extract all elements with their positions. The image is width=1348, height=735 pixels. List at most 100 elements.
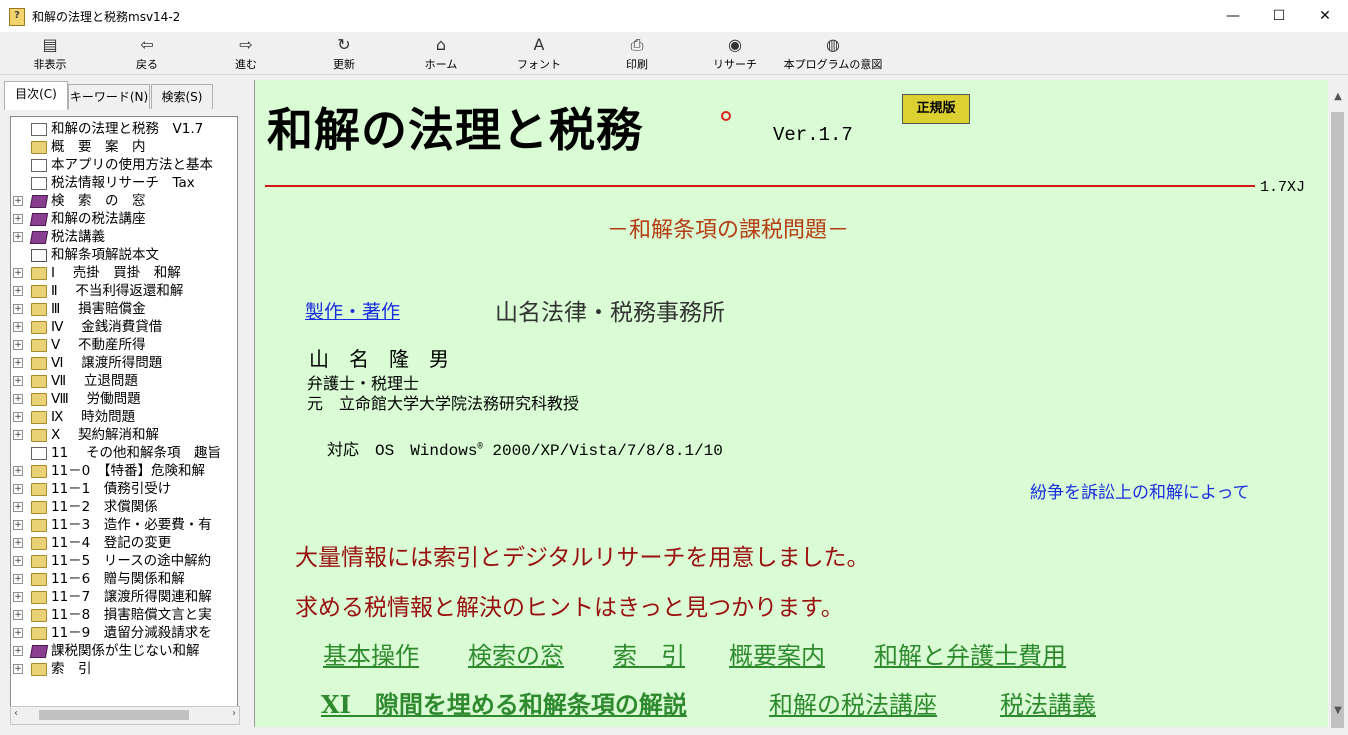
contents-tree[interactable]: 和解の法理と税務 V1.7 概 要 案 内本アプリの使用方法と基本 税法情報リサーチ…	[10, 116, 238, 708]
folder-icon	[31, 339, 47, 352]
minimize-button[interactable]: —	[1210, 0, 1256, 32]
tab-search[interactable]: 検索(S)	[151, 84, 213, 109]
link-settlement-attorney-fees[interactable]: 和解と弁護士費用	[874, 636, 1066, 671]
app-icon: ?	[9, 8, 25, 26]
expand-icon[interactable]: +	[13, 592, 23, 602]
tree-item-label: Ⅷ 労働問題	[51, 391, 141, 407]
tree-item-label: Ⅲ 損害賠償金	[51, 301, 146, 317]
promo-line-2: 求める税情報と解決のヒントはきっと見つかります。	[295, 595, 844, 621]
tree-item-label: 11－1 債務引受け	[51, 481, 172, 497]
expand-icon[interactable]: +	[13, 232, 23, 242]
expand-icon[interactable]: +	[13, 286, 23, 296]
page-icon	[31, 123, 47, 136]
tree-item-label: Ⅵ 譲渡所得問題	[51, 355, 163, 371]
blue-note: 紛争を訴訟上の和解によって	[1030, 483, 1250, 503]
expand-icon[interactable]: +	[13, 322, 23, 332]
link-index[interactable]: 索 引	[613, 636, 685, 671]
expand-icon[interactable]: +	[13, 196, 23, 206]
expand-icon[interactable]: +	[13, 466, 23, 476]
back-arrow-icon: ⇦	[140, 35, 154, 54]
expand-icon[interactable]: +	[13, 484, 23, 494]
expand-icon[interactable]: +	[13, 664, 23, 674]
maximize-button[interactable]: ☐	[1256, 0, 1302, 32]
expand-icon[interactable]: +	[13, 340, 23, 350]
tree-item-label: 和解条項解説本文	[51, 247, 159, 263]
folder-icon	[31, 285, 47, 298]
expand-icon[interactable]: +	[13, 376, 23, 386]
folder-icon	[31, 627, 47, 640]
folder-icon	[31, 663, 47, 676]
close-button[interactable]: ✕	[1302, 0, 1348, 32]
tree-item-label: Ⅹ 契約解消和解	[51, 427, 160, 443]
expand-icon[interactable]: +	[13, 628, 23, 638]
link-tax-lecture[interactable]: 税法講義	[1000, 685, 1096, 720]
program-intent-button[interactable]: ◍ 本プログラムの意図	[778, 32, 888, 74]
link-tax-law-course[interactable]: 和解の税法講座	[769, 685, 937, 720]
author-name: 山名隆男	[309, 347, 469, 371]
tree-item-label: 11－5 リースの途中解約	[51, 553, 212, 569]
research-button[interactable]: ◉ リサーチ	[695, 32, 775, 74]
expand-icon[interactable]: +	[13, 268, 23, 278]
link-search-window[interactable]: 検索の窓	[468, 636, 564, 671]
tree-item-label: 和解の法理と税務 V1.7	[51, 121, 204, 137]
link-xi-clause-commentary[interactable]: XI 隙間を埋める和解条項の解説	[321, 685, 687, 720]
expand-icon[interactable]: +	[13, 646, 23, 656]
tree-item-label: Ⅰ 売掛 買掛 和解	[51, 265, 181, 281]
scrollbar-thumb[interactable]	[39, 710, 189, 720]
expand-icon[interactable]: +	[13, 214, 23, 224]
tree-item-label: 概 要 案 内	[51, 139, 146, 155]
expand-icon[interactable]: +	[13, 610, 23, 620]
expand-icon[interactable]: +	[13, 394, 23, 404]
forward-button[interactable]: ⇨ 進む	[206, 32, 286, 74]
scrollbar-thumb[interactable]	[1331, 112, 1344, 728]
folder-icon	[31, 393, 47, 406]
folder-icon	[31, 303, 47, 316]
scroll-up-icon[interactable]: ▲	[1328, 88, 1348, 106]
tree-item-label: 課税関係が生じない和解	[51, 643, 200, 659]
folder-icon	[31, 357, 47, 370]
back-button[interactable]: ⇦ 戻る	[107, 32, 187, 74]
tab-contents[interactable]: 目次(C)	[4, 81, 68, 110]
firm-name: 山名法律・税務事務所	[495, 300, 725, 326]
print-button[interactable]: ⎙ 印刷	[597, 32, 677, 74]
folder-icon	[31, 501, 47, 514]
tree-item-label: 索 引	[51, 661, 92, 677]
window-title: 和解の法理と税務msv14-2	[32, 10, 181, 24]
content-vertical-scrollbar[interactable]: ▲ ▼	[1328, 80, 1348, 728]
divider-line	[265, 185, 1255, 187]
author-former-role: 元 立命館大学大学院法務研究科教授	[307, 394, 580, 413]
tree-item-label: Ⅳ 金銭消費貸借	[51, 319, 163, 335]
folder-icon	[31, 483, 47, 496]
expand-icon[interactable]: +	[13, 502, 23, 512]
expand-icon[interactable]: +	[13, 574, 23, 584]
expand-icon[interactable]: +	[13, 556, 23, 566]
tree-item-label: 11－0 【特番】危険和解	[51, 463, 206, 479]
page-title: 和解の法理と税務	[267, 103, 643, 157]
link-basic-operation[interactable]: 基本操作	[323, 636, 419, 671]
expand-icon[interactable]: +	[13, 520, 23, 530]
tree-item-label: Ⅶ 立退問題	[51, 373, 138, 389]
expand-icon[interactable]: +	[13, 538, 23, 548]
tree-horizontal-scrollbar[interactable]: ‹ ›	[10, 706, 240, 725]
home-button[interactable]: ⌂ ホーム	[401, 32, 481, 74]
folder-icon	[31, 321, 47, 334]
folder-icon	[31, 591, 47, 604]
expand-icon[interactable]: +	[13, 430, 23, 440]
link-overview[interactable]: 概要案内	[729, 636, 825, 671]
scroll-right-icon[interactable]: ›	[232, 708, 236, 719]
intent-icon: ◍	[826, 35, 840, 54]
expand-icon[interactable]: +	[13, 412, 23, 422]
expand-icon[interactable]: +	[13, 304, 23, 314]
expand-icon[interactable]: +	[13, 358, 23, 368]
hide-button[interactable]: ▤ 非表示	[10, 32, 90, 74]
title-mark-icon	[721, 111, 731, 121]
folder-icon	[31, 555, 47, 568]
book-icon	[29, 645, 49, 658]
font-button[interactable]: A フォント	[499, 32, 579, 74]
tab-keyword[interactable]: キーワード(N)	[68, 84, 150, 109]
scroll-down-icon[interactable]: ▼	[1328, 702, 1348, 720]
scroll-left-icon[interactable]: ‹	[14, 708, 18, 719]
refresh-button[interactable]: ↻ 更新	[304, 32, 384, 74]
book-icon	[29, 231, 49, 244]
author-link[interactable]: 製作・著作	[305, 297, 400, 324]
